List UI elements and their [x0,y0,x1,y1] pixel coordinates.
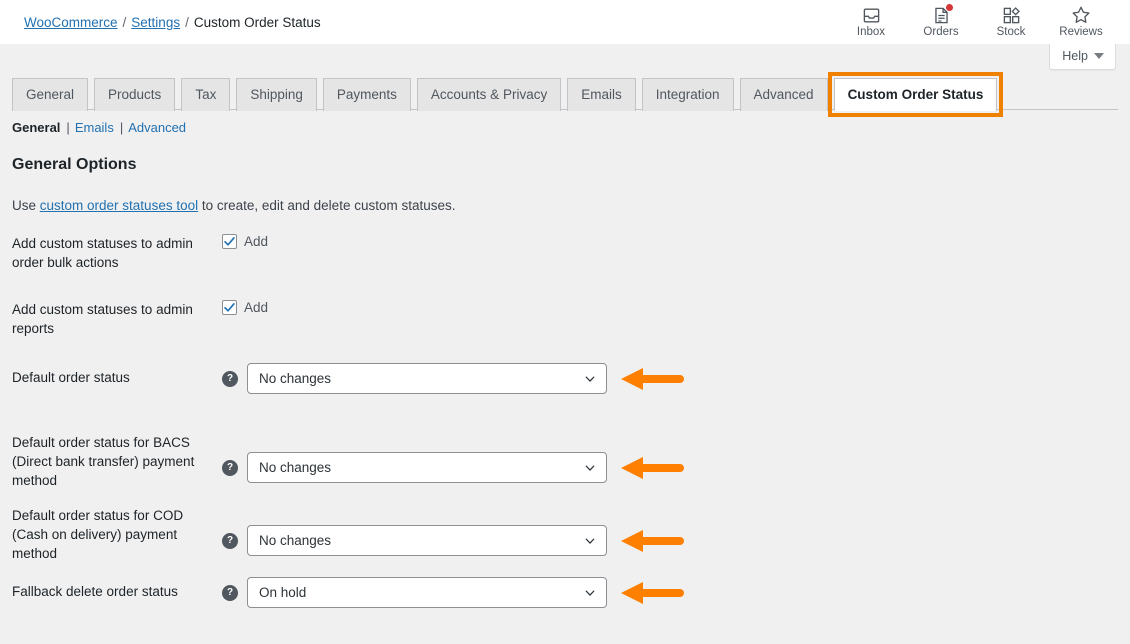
select-fallback-delete-order-status[interactable]: On hold [247,577,607,608]
help-button[interactable]: Help [1049,44,1116,70]
header-icon-group: Inbox Orders Stock Reviews [836,0,1130,44]
setting-label-bulk-actions: Add custom statuses to admin order bulk … [12,236,193,270]
setting-field-default-order-status: ? No changes [222,363,1118,394]
tab-accounts-privacy[interactable]: Accounts & Privacy [416,78,562,111]
checkbox-label-bulk-actions: Add [244,234,269,249]
select-value-bacs-order-status: No changes [259,460,332,475]
subnav-item-emails[interactable]: Emails [75,120,114,135]
setting-label-bacs-order-status: Default order status for BACS (Direct ba… [12,435,195,488]
breadcrumb: WooCommerce / Settings / Custom Order St… [24,15,321,30]
checkbox-label-admin-reports: Add [244,300,269,315]
header-button-stock[interactable]: Stock [976,0,1046,44]
setting-label-default-order-status: Default order status [12,370,130,385]
select-value-fallback-delete-order-status: On hold [259,585,307,600]
checkbox-bulk-actions[interactable] [222,234,237,249]
subnav-separator-2: | [119,120,124,135]
settings-content: General Options Use custom order statuse… [0,155,1130,637]
help-button-wrapper: Help [1049,44,1116,70]
annotation-arrow-cod-order-status [621,528,685,554]
setting-field-admin-reports: Add [222,297,1118,315]
breadcrumb-link-woocommerce[interactable]: WooCommerce [24,15,118,30]
tab-emails[interactable]: Emails [567,78,636,111]
tab-custom-order-status[interactable]: Custom Order Status [827,72,1004,117]
header-label-stock: Stock [996,26,1026,38]
select-cod-order-status[interactable]: No changes [247,525,607,556]
chevron-down-icon [585,464,595,471]
setting-row-bulk-actions: Add custom statuses to admin order bulk … [12,231,1118,297]
tab-general[interactable]: General [12,78,89,111]
select-value-cod-order-status: No changes [259,533,332,548]
tab-products[interactable]: Products [94,78,176,111]
checkmark-icon [224,237,235,246]
help-tip-icon[interactable]: ? [222,370,238,387]
settings-tabs-wrapper: General Products Tax Shipping Payments A… [0,72,1130,117]
chevron-down-icon [585,589,595,596]
header-label-orders: Orders [923,26,959,38]
custom-order-statuses-tool-link[interactable]: custom order statuses tool [40,198,198,213]
select-bacs-order-status[interactable]: No changes [247,452,607,483]
settings-tabs: General Products Tax Shipping Payments A… [12,72,1118,117]
annotation-arrow-bacs-order-status [621,455,685,481]
setting-label-fallback-delete-order-status: Fallback delete order status [12,584,178,599]
checkbox-group-bulk-actions: Add [222,231,268,249]
breadcrumb-current: Custom Order Status [193,14,321,30]
select-value-default-order-status: No changes [259,371,332,386]
reviews-star-icon [1071,5,1091,25]
subnav-item-general[interactable]: General [12,120,60,135]
tab-shipping[interactable]: Shipping [236,78,317,111]
checkbox-admin-reports[interactable] [222,300,237,315]
checkbox-group-admin-reports: Add [222,297,268,315]
setting-row-cod-order-status: Default order status for COD (Cash on de… [12,503,1118,577]
help-tip-icon[interactable]: ? [222,532,238,549]
orders-icon [931,4,953,25]
setting-field-fallback-delete-order-status: ? On hold [222,577,1118,608]
section-description-before: Use [12,198,40,213]
section-description-after: to create, edit and delete custom status… [198,198,456,213]
chevron-down-icon [585,375,595,382]
chevron-down-icon [585,537,595,544]
annotation-arrow-default-order-status [621,366,685,392]
header-button-reviews[interactable]: Reviews [1046,0,1116,44]
header-label-reviews: Reviews [1059,26,1103,38]
stock-icon [1001,5,1021,25]
setting-field-cod-order-status: ? No changes [222,503,1118,556]
inbox-icon [861,5,881,25]
setting-label-cod-order-status: Default order status for COD (Cash on de… [12,508,184,561]
tab-integration[interactable]: Integration [641,78,734,111]
tab-tax[interactable]: Tax [181,78,231,111]
annotation-arrow-fallback-delete-order-status [621,580,685,606]
setting-row-default-order-status: Default order status ? No changes [12,363,1118,433]
setting-label-admin-reports: Add custom statuses to admin reports [12,302,193,336]
setting-row-bacs-order-status: Default order status for BACS (Direct ba… [12,433,1118,503]
subnav-item-advanced[interactable]: Advanced [128,120,186,135]
breadcrumb-separator-1: / [122,14,127,30]
header-button-inbox[interactable]: Inbox [836,0,906,44]
subnav-separator-1: | [66,120,70,135]
help-tip-icon[interactable]: ? [222,584,238,601]
setting-row-admin-reports: Add custom statuses to admin reports Add [12,297,1118,363]
select-default-order-status[interactable]: No changes [247,363,607,394]
section-description: Use custom order statuses tool to create… [12,197,1118,215]
help-tip-icon[interactable]: ? [222,459,238,476]
tab-advanced[interactable]: Advanced [739,78,828,111]
header-label-inbox: Inbox [856,26,886,38]
orders-badge-dot [946,4,953,11]
header-button-orders[interactable]: Orders [906,0,976,44]
breadcrumb-separator-2: / [185,14,189,30]
checkmark-icon [224,303,235,312]
setting-field-bacs-order-status: ? No changes [222,433,1118,483]
tab-payments[interactable]: Payments [322,78,411,111]
chevron-down-icon [1094,53,1104,59]
breadcrumb-link-settings[interactable]: Settings [131,15,180,30]
setting-field-bulk-actions: Add [222,231,1118,249]
setting-row-fallback-delete-order-status: Fallback delete order status ? On hold [12,577,1118,637]
subnav: General | Emails | Advanced [0,110,1130,135]
page-header: WooCommerce / Settings / Custom Order St… [0,0,1130,44]
page-title: General Options [12,156,137,173]
settings-form-table: Add custom statuses to admin order bulk … [12,231,1118,637]
help-button-label: Help [1062,49,1088,63]
